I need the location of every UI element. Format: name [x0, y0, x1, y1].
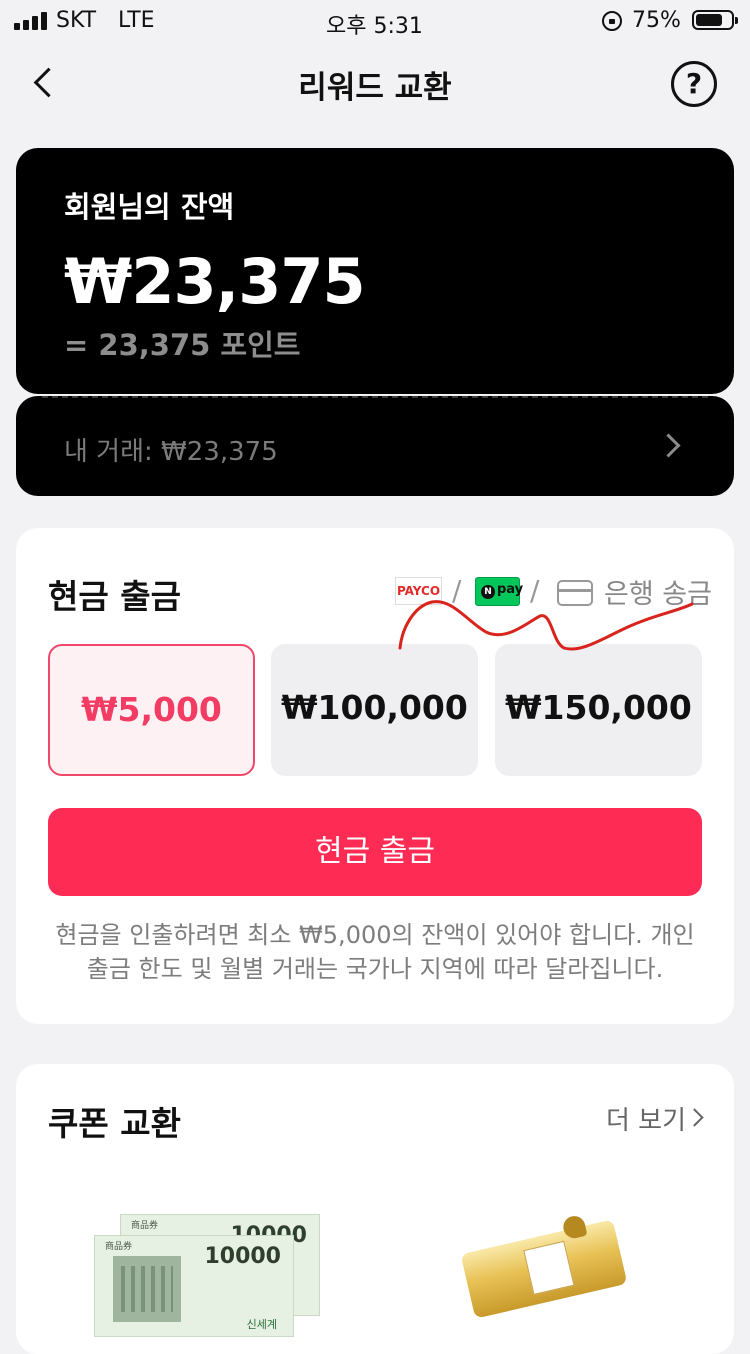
withdraw-cash-button[interactable]: 현금 출금	[48, 808, 702, 896]
amount-option-150000[interactable]: ₩150,000	[495, 644, 702, 776]
help-question-icon[interactable]: ?	[671, 61, 717, 107]
amount-option-100000[interactable]: ₩100,000	[271, 644, 478, 776]
page-title: 리워드 교환	[298, 70, 452, 106]
bank-card-icon	[557, 580, 593, 606]
see-more-link[interactable]: 더 보기	[606, 1100, 686, 1137]
payco-logo-icon: PAYCO	[395, 577, 442, 605]
npay-label: pay	[497, 582, 524, 597]
coupon-exchange-title: 쿠폰 교환	[48, 1104, 181, 1143]
bank-transfer-label: 은행 송금	[604, 579, 712, 610]
balance-label: 회원님의 잔액	[64, 190, 235, 224]
cellular-signal-icon	[14, 12, 50, 30]
withdrawal-notice: 현금을 인출하려면 최소 ₩5,000의 잔액이 있어야 합니다. 개인 출금 …	[55, 921, 695, 983]
status-bar: SKT LTE 오후 5:31 75%	[0, 0, 750, 44]
separator: /	[530, 574, 540, 607]
transactions-label: 내 거래: ₩23,375	[64, 437, 278, 467]
balance-amount: ₩23,375	[64, 245, 366, 318]
naver-n-glyph: N	[481, 585, 495, 599]
cash-withdrawal-title: 현금 출금	[48, 577, 181, 616]
shinsegae-voucher-image[interactable]: 商品券 10000 신세계	[94, 1235, 294, 1337]
balance-points: = 23,375 포인트	[64, 328, 301, 362]
battery-percent: 75%	[632, 8, 681, 33]
status-time: 오후 5:31	[326, 14, 423, 39]
amount-option-5000[interactable]: ₩5,000	[48, 644, 255, 776]
separator: /	[452, 574, 462, 607]
naver-pay-logo-icon: N pay	[475, 577, 524, 606]
network-label: LTE	[118, 8, 155, 33]
orientation-lock-icon	[602, 11, 622, 31]
carrier-label: SKT	[56, 8, 97, 33]
battery-icon	[692, 10, 738, 30]
